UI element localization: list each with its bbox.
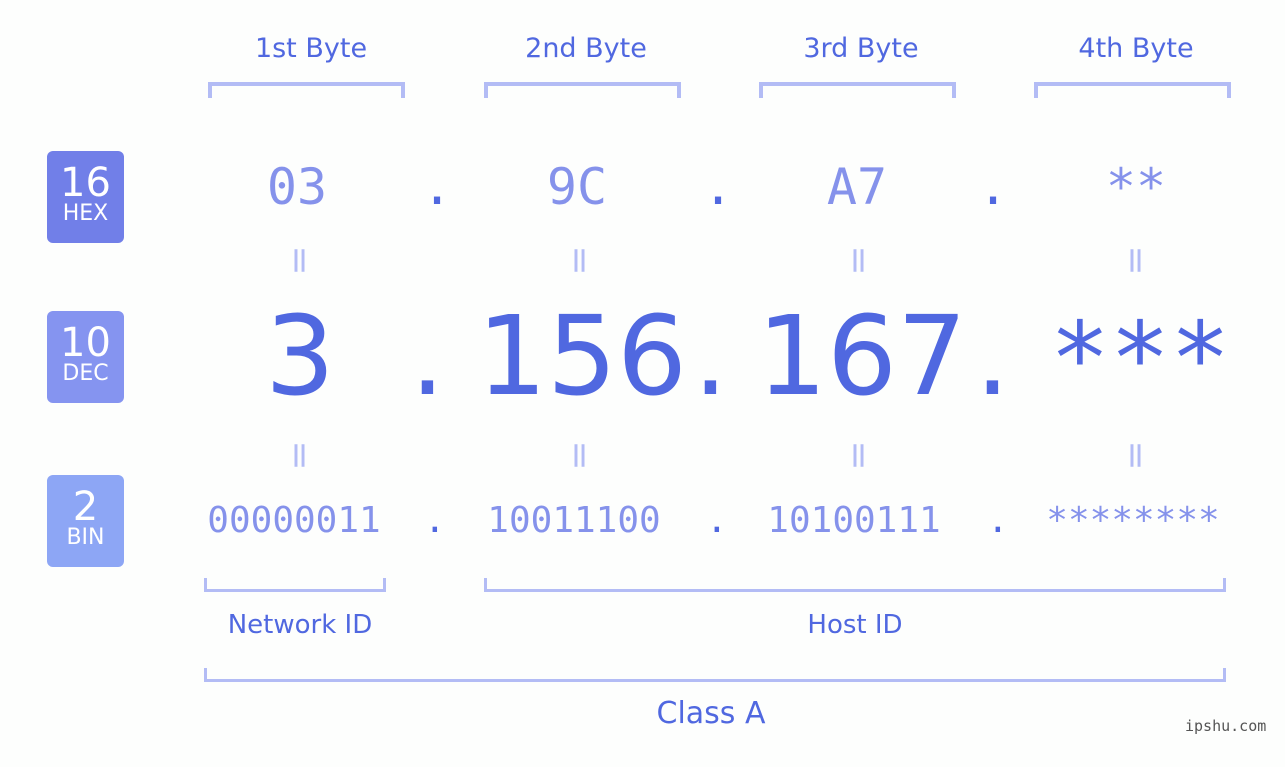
bin-byte-4: ******** [1046, 500, 1220, 541]
dec-dot-1: . [410, 292, 445, 420]
bin-byte-1: 00000011 [207, 500, 381, 541]
hex-dot-2: . [703, 158, 734, 216]
hex-byte-4: ** [1105, 158, 1167, 216]
hex-byte-2: 9C [546, 158, 608, 216]
hex-badge-number: 16 [60, 160, 111, 206]
bin-byte-3: 10100111 [767, 500, 941, 541]
bin-dot-2: . [706, 500, 728, 541]
class-label: Class A [656, 696, 766, 731]
bin-dot-3: . [987, 500, 1009, 541]
network-id-label: Network ID [227, 610, 373, 640]
bin-byte-2: 10011100 [487, 500, 661, 541]
dec-dot-3: . [975, 292, 1010, 420]
byte-bracket-4 [1034, 82, 1231, 98]
bin-badge-number: 2 [72, 484, 99, 530]
host-id-label: Host ID [807, 610, 903, 640]
bin-dot-1: . [424, 500, 446, 541]
equals-hex-dec-3: = [838, 245, 880, 276]
byte-bracket-1 [208, 82, 405, 98]
hex-byte-1: 03 [266, 158, 328, 216]
dec-dot-2: . [693, 292, 728, 420]
hex-byte-3: A7 [826, 158, 888, 216]
byte-label-1: 1st Byte [254, 33, 368, 64]
equals-hex-dec-4: = [1115, 245, 1157, 276]
site-watermark: ipshu.com [1185, 717, 1267, 735]
dec-byte-4: *** [1049, 300, 1231, 417]
equals-hex-dec-1: = [279, 245, 321, 276]
dec-byte-3: 167 [757, 292, 967, 420]
byte-bracket-3 [759, 82, 956, 98]
bin-badge: 2 BIN [47, 475, 124, 567]
equals-dec-bin-2: = [559, 440, 601, 471]
hex-badge-label: HEX [62, 201, 109, 226]
byte-label-2: 2nd Byte [525, 33, 647, 64]
hex-dot-3: . [978, 158, 1009, 216]
hex-dot-1: . [422, 158, 453, 216]
dec-byte-2: 156 [477, 292, 687, 420]
network-id-bracket [204, 578, 386, 592]
equals-dec-bin-4: = [1115, 440, 1157, 471]
dec-badge: 10 DEC [47, 311, 124, 403]
host-id-bracket [484, 578, 1226, 592]
equals-hex-dec-2: = [559, 245, 601, 276]
equals-dec-bin-3: = [838, 440, 880, 471]
equals-dec-bin-1: = [279, 440, 321, 471]
class-bracket [204, 668, 1226, 682]
dec-badge-label: DEC [62, 361, 109, 386]
byte-label-4: 4th Byte [1078, 33, 1194, 64]
hex-badge: 16 HEX [47, 151, 124, 243]
byte-label-3: 3rd Byte [803, 33, 919, 64]
byte-bracket-2 [484, 82, 681, 98]
dec-badge-number: 10 [60, 320, 111, 366]
dec-byte-1: 3 [265, 292, 335, 420]
bin-badge-label: BIN [66, 525, 105, 550]
